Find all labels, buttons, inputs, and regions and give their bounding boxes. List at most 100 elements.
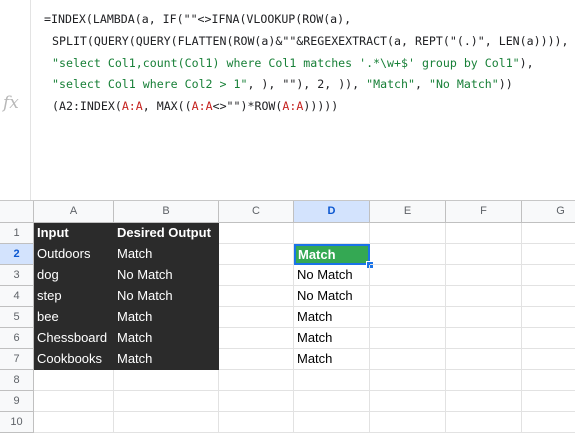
column-header-a[interactable]: A (34, 201, 114, 223)
cell-b7[interactable]: Match (114, 349, 219, 370)
cell-a10[interactable] (34, 412, 114, 433)
cell-a8[interactable] (34, 370, 114, 391)
column-header-e[interactable]: E (370, 201, 446, 223)
row-header-9[interactable]: 9 (0, 391, 34, 412)
cell-d9[interactable] (294, 391, 370, 412)
formula-token: ), (519, 55, 534, 70)
column-header-g[interactable]: G (522, 201, 575, 223)
cell-f4[interactable] (446, 286, 522, 307)
cell-c9[interactable] (219, 391, 294, 412)
formula-token: , ), ""), 2, )), (247, 77, 367, 92)
cell-e6[interactable] (370, 328, 446, 349)
cell-b4[interactable]: No Match (114, 286, 219, 307)
cell-a1[interactable]: Input (34, 223, 114, 244)
cell-f2[interactable] (446, 244, 522, 265)
cell-e8[interactable] (370, 370, 446, 391)
cell-d1[interactable] (294, 223, 370, 244)
formula-line: (A2:INDEX(A:A, MAX((A:A<>"")*ROW(A:A))))… (44, 96, 569, 118)
row-header-3[interactable]: 3 (0, 265, 34, 286)
cell-g10[interactable] (522, 412, 575, 433)
cell-d8[interactable] (294, 370, 370, 391)
column-header-f[interactable]: F (446, 201, 522, 223)
cell-a2[interactable]: Outdoors (34, 244, 114, 265)
cell-g5[interactable] (522, 307, 575, 328)
cell-a6[interactable]: Chessboard (34, 328, 114, 349)
formula-line: SPLIT(QUERY(QUERY(FLATTEN(ROW(a)&""&REGE… (44, 31, 569, 53)
fx-icon: fx (3, 93, 19, 113)
cell-e7[interactable] (370, 349, 446, 370)
formula-bar[interactable]: fx =INDEX(LAMBDA(a, IF(""<>IFNA(VLOOKUP(… (0, 0, 575, 200)
cell-b3[interactable]: No Match (114, 265, 219, 286)
cell-d6[interactable]: Match (294, 328, 370, 349)
cell-g8[interactable] (522, 370, 575, 391)
cell-a4[interactable]: step (34, 286, 114, 307)
cell-d10[interactable] (294, 412, 370, 433)
cell-e3[interactable] (370, 265, 446, 286)
cell-f8[interactable] (446, 370, 522, 391)
column-header-c[interactable]: C (219, 201, 294, 223)
formula-token: SPLIT(QUERY(QUERY(FLATTEN(ROW(a)&""&REGE… (52, 33, 569, 48)
cell-g2[interactable] (522, 244, 575, 265)
cell-c10[interactable] (219, 412, 294, 433)
formula-line: "select Col1,count(Col1) where Col1 matc… (44, 53, 569, 75)
cell-g6[interactable] (522, 328, 575, 349)
cell-a5[interactable]: bee (34, 307, 114, 328)
cell-e1[interactable] (370, 223, 446, 244)
cell-c5[interactable] (219, 307, 294, 328)
cell-f10[interactable] (446, 412, 522, 433)
column-header-d[interactable]: D (294, 201, 370, 223)
cell-b8[interactable] (114, 370, 219, 391)
cell-g4[interactable] (522, 286, 575, 307)
formula-token: "select Col1,count(Col1) where Col1 matc… (52, 55, 520, 70)
cell-g7[interactable] (522, 349, 575, 370)
cell-g1[interactable] (522, 223, 575, 244)
row-header-6[interactable]: 6 (0, 328, 34, 349)
cell-d3[interactable]: No Match (294, 265, 370, 286)
cell-d4[interactable]: No Match (294, 286, 370, 307)
cell-c8[interactable] (219, 370, 294, 391)
cell-b2[interactable]: Match (114, 244, 219, 265)
cell-f1[interactable] (446, 223, 522, 244)
cell-f5[interactable] (446, 307, 522, 328)
cell-b10[interactable] (114, 412, 219, 433)
cell-c2[interactable] (219, 244, 294, 265)
cell-e10[interactable] (370, 412, 446, 433)
cell-f7[interactable] (446, 349, 522, 370)
cell-c4[interactable] (219, 286, 294, 307)
cell-f9[interactable] (446, 391, 522, 412)
cell-c7[interactable] (219, 349, 294, 370)
cell-g3[interactable] (522, 265, 575, 286)
cell-f6[interactable] (446, 328, 522, 349)
cell-d5[interactable]: Match (294, 307, 370, 328)
cell-e4[interactable] (370, 286, 446, 307)
row-header-2[interactable]: 2 (0, 244, 34, 265)
row-header-7[interactable]: 7 (0, 349, 34, 370)
cell-e5[interactable] (370, 307, 446, 328)
cell-e2[interactable] (370, 244, 446, 265)
cell-a3[interactable]: dog (34, 265, 114, 286)
formula-text[interactable]: =INDEX(LAMBDA(a, IF(""<>IFNA(VLOOKUP(ROW… (44, 9, 569, 118)
cell-c3[interactable] (219, 265, 294, 286)
cell-b6[interactable]: Match (114, 328, 219, 349)
row-header-4[interactable]: 4 (0, 286, 34, 307)
cell-d7[interactable]: Match (294, 349, 370, 370)
select-all-corner[interactable] (0, 201, 34, 223)
formula-token: , (415, 77, 429, 92)
formula-token: , MAX(( (142, 99, 192, 114)
cell-d2[interactable]: Match (294, 244, 370, 265)
row-header-10[interactable]: 10 (0, 412, 34, 433)
cell-e9[interactable] (370, 391, 446, 412)
row-header-5[interactable]: 5 (0, 307, 34, 328)
row-header-8[interactable]: 8 (0, 370, 34, 391)
cell-a9[interactable] (34, 391, 114, 412)
cell-b9[interactable] (114, 391, 219, 412)
cell-g9[interactable] (522, 391, 575, 412)
cell-c6[interactable] (219, 328, 294, 349)
column-header-b[interactable]: B (114, 201, 219, 223)
cell-a7[interactable]: Cookbooks (34, 349, 114, 370)
row-header-1[interactable]: 1 (0, 223, 34, 244)
cell-f3[interactable] (446, 265, 522, 286)
cell-c1[interactable] (219, 223, 294, 244)
cell-b5[interactable]: Match (114, 307, 219, 328)
cell-b1[interactable]: Desired Output (114, 223, 219, 244)
